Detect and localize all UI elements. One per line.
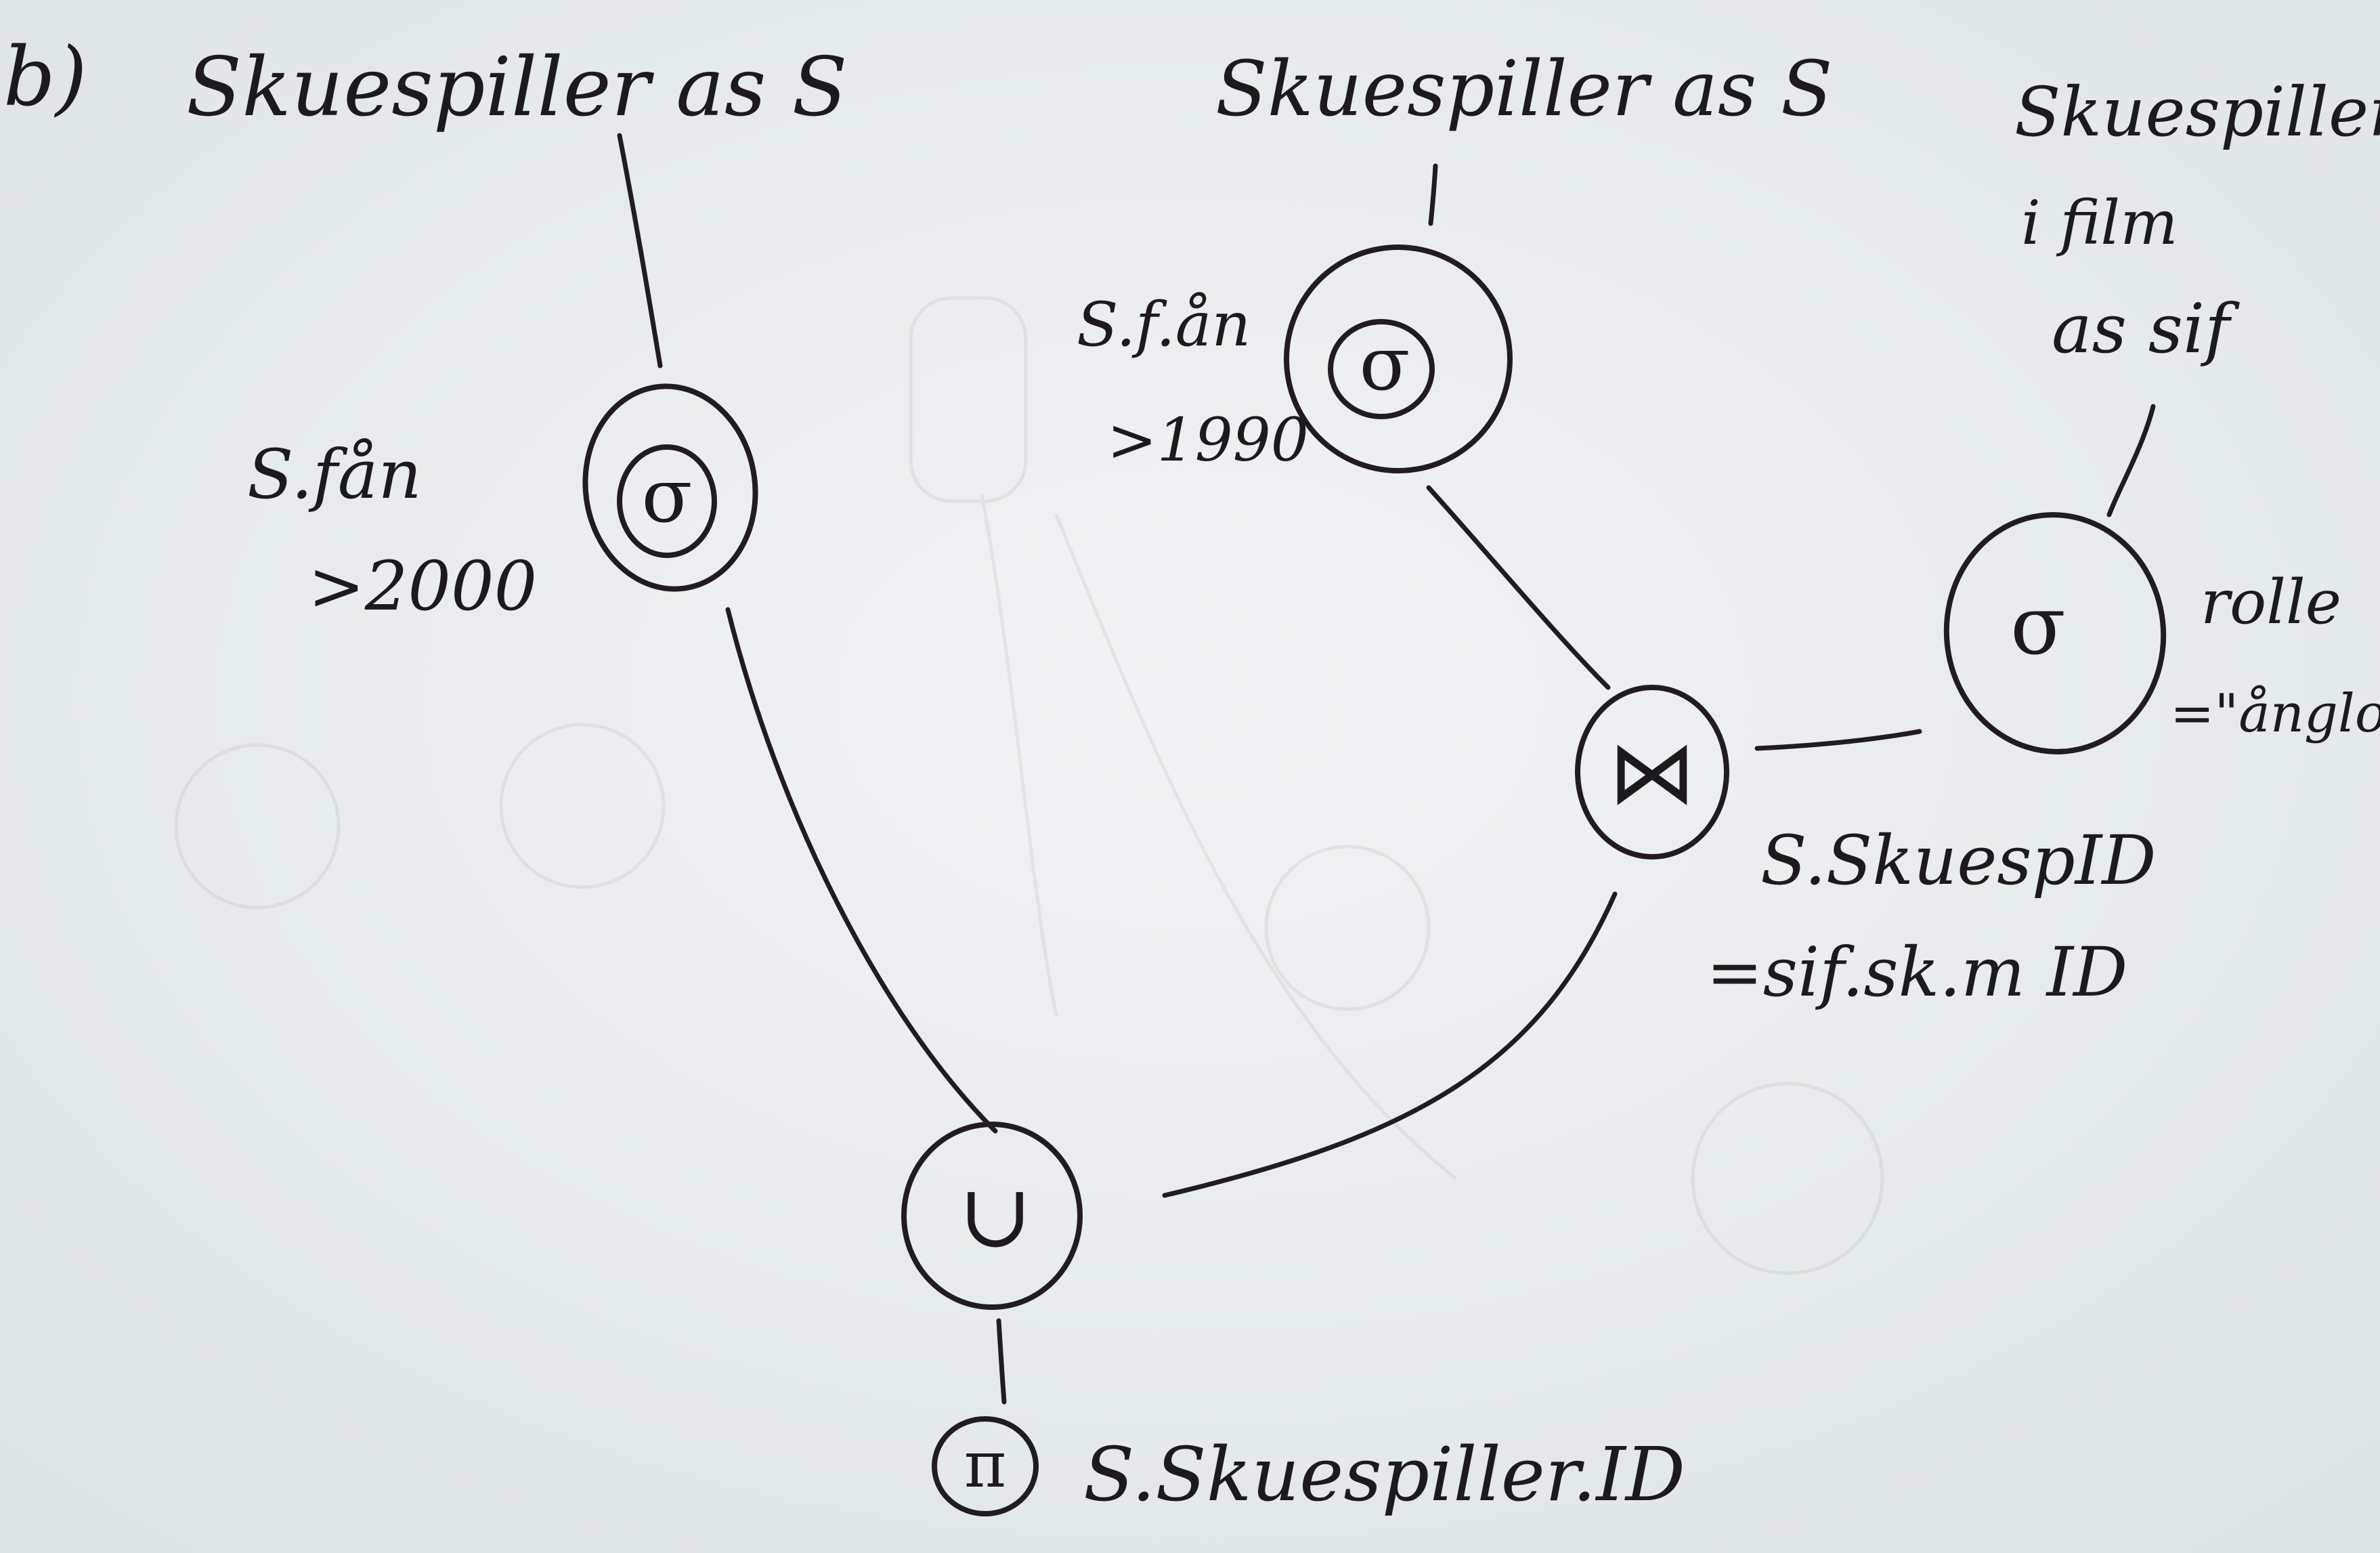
- diagram-sheet: σ σ σ ⋈ ∪ π b) Skuespiller as S Skuespil…: [0, 0, 2380, 1553]
- select-left-symbol: σ: [641, 452, 692, 539]
- select-middle-symbol: σ: [1359, 320, 1410, 407]
- union-symbol: ∪: [959, 1164, 1033, 1267]
- join-symbol: ⋈: [1608, 721, 1696, 824]
- select-right-condition-line-2: ="ånglom": [2170, 683, 2380, 744]
- select-middle-source-label: Skuespiller as S: [1215, 45, 1833, 133]
- select-right-source-line-1: Skuespiller: [2014, 72, 2380, 152]
- select-left-condition-line-2: >2000: [308, 547, 537, 626]
- part-label: b): [3, 30, 87, 125]
- project-attribute-label: S.Skuespiller.ID: [1083, 1431, 1685, 1518]
- join-condition-line-1: S.SkuespID: [1760, 821, 2156, 900]
- select-right-symbol: σ: [2010, 579, 2066, 673]
- join-condition-line-2: =sif.sk.m ID: [1706, 933, 2127, 1012]
- relational-algebra-tree: σ σ σ ⋈ ∪ π b) Skuespiller as S Skuespil…: [0, 0, 2380, 1553]
- select-left-source-label: Skuespiller as S: [186, 41, 848, 135]
- select-right-source-line-2: i film: [2021, 188, 2178, 259]
- project-symbol: π: [964, 1428, 1006, 1502]
- select-left-condition-line-1: S.fån: [247, 435, 422, 514]
- select-right-source-line-3: as sif: [2052, 289, 2240, 368]
- select-middle-condition-line-1: S.f.ån: [1077, 289, 1251, 360]
- select-middle-condition-line-2: >1990: [1107, 405, 1309, 475]
- select-right-condition-line-1: rolle: [2201, 567, 2341, 638]
